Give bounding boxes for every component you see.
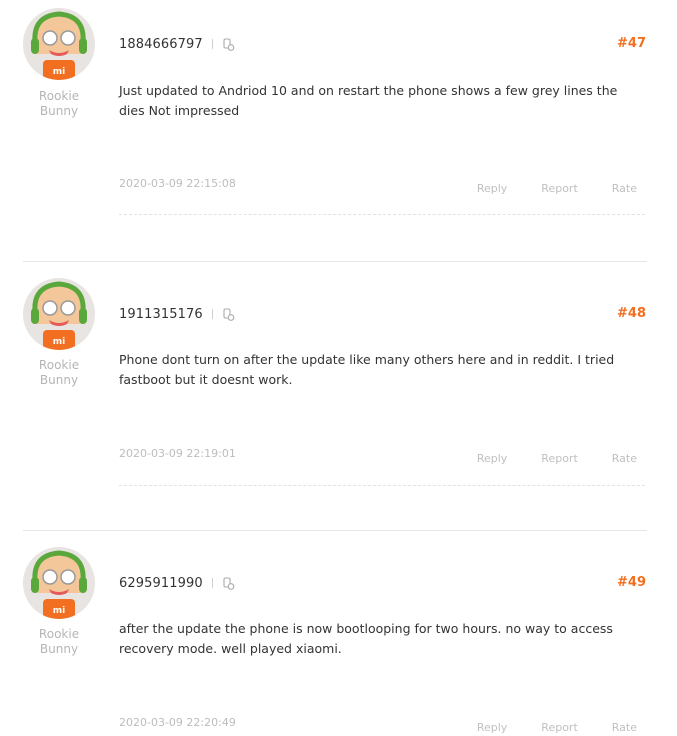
separator (211, 578, 213, 588)
post-actions: Reply Report Rate (477, 452, 637, 465)
svg-text:mi: mi (53, 337, 65, 347)
user-line: 6295911990 (119, 573, 235, 593)
device-icon (223, 37, 235, 51)
reply-button[interactable]: Reply (477, 182, 507, 195)
bunny-avatar-icon: mi (23, 278, 95, 350)
username[interactable]: 6295911990 (119, 576, 203, 591)
user-rank: Rookie Bunny (23, 358, 95, 388)
dashed-divider (119, 485, 645, 486)
post-47: mi Rookie Bunny 1884666797 #47 Just upda… (0, 0, 677, 261)
post-divider (23, 530, 647, 531)
device-icon (223, 576, 235, 590)
rank-line-1: Rookie (38, 627, 80, 641)
post-content: after the update the phone is now bootlo… (119, 621, 613, 656)
reply-button[interactable]: Reply (477, 721, 507, 734)
post-actions: Reply Report Rate (477, 182, 637, 195)
reply-button[interactable]: Reply (477, 452, 507, 465)
svg-text:mi: mi (53, 606, 65, 616)
user-rank: Rookie Bunny (23, 89, 95, 119)
report-button[interactable]: Report (541, 721, 577, 734)
rate-button[interactable]: Rate (612, 452, 637, 465)
post-time: 2020-03-09 22:20:49 (119, 716, 236, 729)
rank-line-2: Bunny (39, 104, 79, 118)
svg-text:mi: mi (53, 67, 65, 77)
report-button[interactable]: Report (541, 452, 577, 465)
rate-button[interactable]: Rate (612, 721, 637, 734)
bunny-avatar-icon: mi (23, 547, 95, 619)
username[interactable]: 1911315176 (119, 307, 203, 322)
rank-line-1: Rookie (38, 89, 80, 103)
rank-line-2: Bunny (39, 642, 79, 656)
user-line: 1884666797 (119, 34, 235, 54)
bunny-avatar-icon: mi (23, 8, 95, 80)
user-line: 1911315176 (119, 304, 235, 324)
post-time: 2020-03-09 22:19:01 (119, 447, 236, 460)
post-actions: Reply Report Rate (477, 721, 637, 734)
user-avatar[interactable]: mi (23, 8, 95, 80)
post-48: mi Rookie Bunny 1911315176 #48 Phone don… (0, 270, 677, 530)
user-avatar[interactable]: mi (23, 278, 95, 350)
dashed-divider (119, 214, 645, 215)
post-content: Just updated to Andriod 10 and on restar… (119, 83, 618, 118)
rate-button[interactable]: Rate (612, 182, 637, 195)
post-content: Phone dont turn on after the update like… (119, 352, 615, 387)
device-icon (223, 307, 235, 321)
rank-line-1: Rookie (38, 358, 80, 372)
post-time: 2020-03-09 22:15:08 (119, 177, 236, 190)
separator (211, 39, 213, 49)
post-divider (23, 261, 647, 262)
floor-number[interactable]: #49 (617, 575, 646, 590)
post-49: mi Rookie Bunny 6295911990 #49 after the… (0, 539, 677, 736)
floor-number[interactable]: #48 (617, 306, 646, 321)
user-rank: Rookie Bunny (23, 627, 95, 657)
separator (211, 309, 213, 319)
report-button[interactable]: Report (541, 182, 577, 195)
username[interactable]: 1884666797 (119, 37, 203, 52)
rank-line-2: Bunny (39, 373, 79, 387)
user-avatar[interactable]: mi (23, 547, 95, 619)
floor-number[interactable]: #47 (617, 36, 646, 51)
